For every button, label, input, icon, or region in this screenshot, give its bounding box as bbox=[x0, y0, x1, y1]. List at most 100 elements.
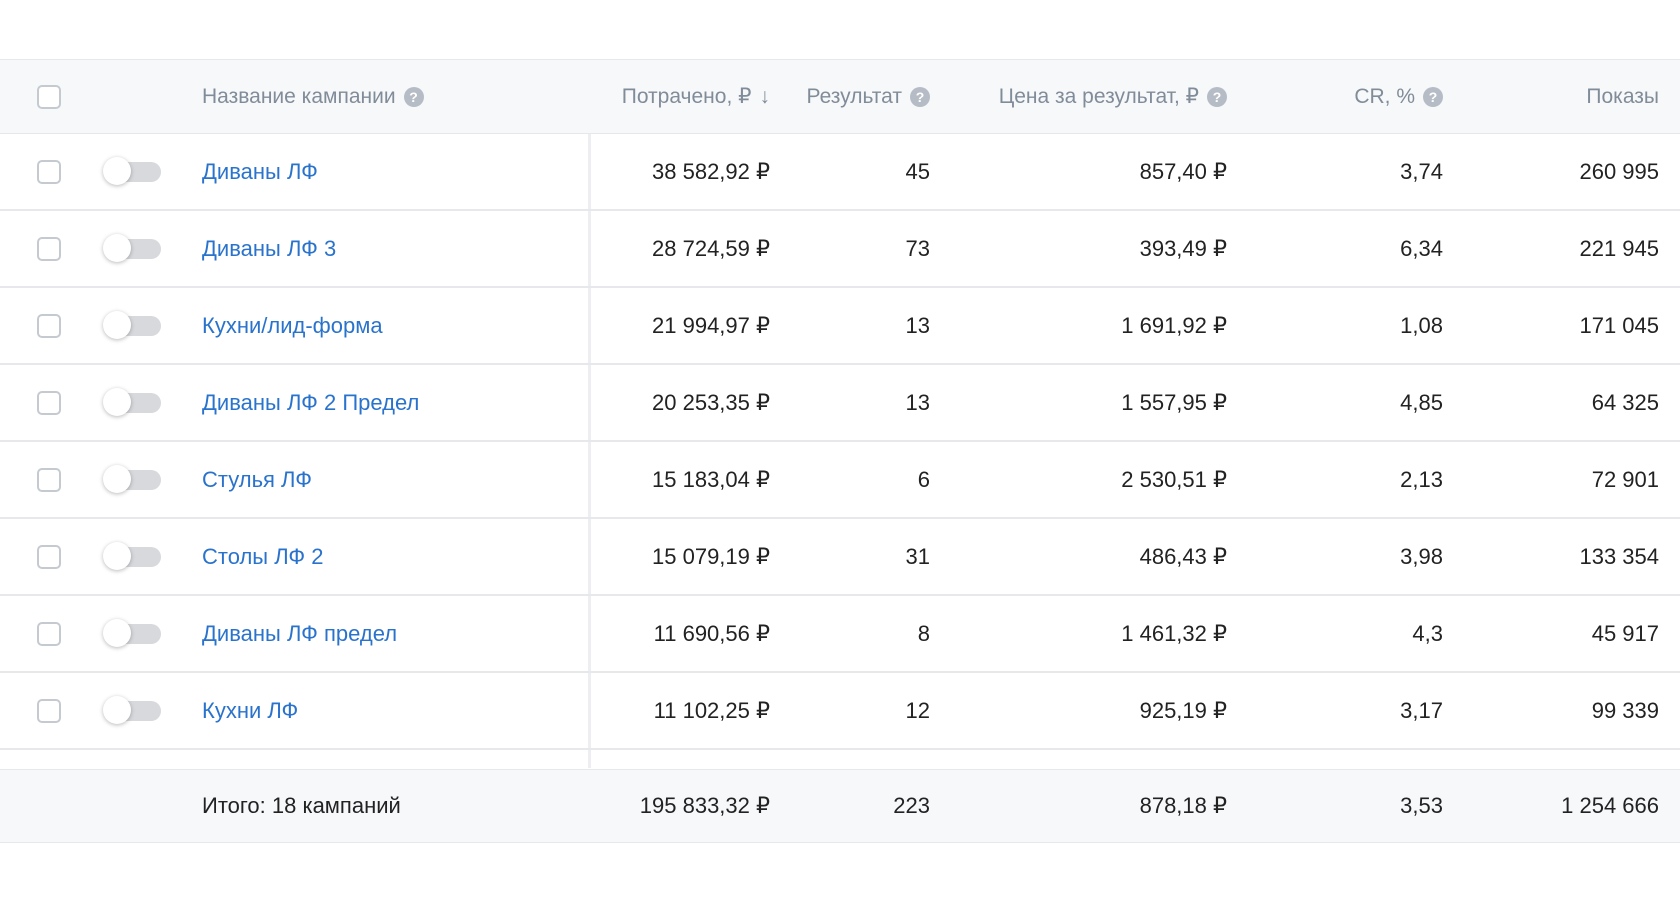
campaign-name-cell: Стулья ЛФ bbox=[202, 442, 572, 517]
row-checkbox[interactable] bbox=[37, 236, 61, 261]
campaign-name-cell: Кухни/лид-форма bbox=[202, 288, 572, 363]
help-icon[interactable]: ? bbox=[1423, 86, 1443, 107]
campaign-status-toggle[interactable] bbox=[103, 618, 161, 647]
row-checkbox[interactable] bbox=[37, 621, 61, 646]
table-row: Диваны ЛФ предел 11 690,56 ₽ 8 1 461,32 … bbox=[0, 596, 1680, 673]
campaign-name-cell: Диваны ЛФ 2 Предел bbox=[202, 365, 572, 440]
result-cell: 73 bbox=[905, 235, 930, 261]
toggle-knob bbox=[103, 156, 131, 185]
toggle-knob bbox=[103, 233, 131, 262]
toggle-knob bbox=[103, 310, 131, 339]
header-price-label: Цена за результат, ₽ bbox=[998, 85, 1199, 108]
result-cell: 13 bbox=[905, 312, 930, 338]
spent-cell: 11 102,25 ₽ bbox=[653, 697, 770, 723]
price-cell: 1 691,92 ₽ bbox=[1121, 312, 1227, 338]
row-checkbox[interactable] bbox=[37, 544, 61, 569]
cr-cell: 2,13 bbox=[1400, 466, 1443, 492]
row-checkbox-cell bbox=[37, 442, 65, 517]
row-checkbox-cell bbox=[37, 211, 65, 286]
campaign-status-toggle[interactable] bbox=[103, 695, 161, 724]
price-cell: 2 530,51 ₽ bbox=[1121, 466, 1227, 492]
select-all-checkbox[interactable] bbox=[37, 84, 61, 109]
row-checkbox[interactable] bbox=[37, 159, 61, 184]
total-cr: 3,53 bbox=[1400, 793, 1443, 818]
row-toggle-cell bbox=[103, 596, 165, 671]
row-checkbox-cell bbox=[37, 365, 65, 440]
row-toggle-cell bbox=[103, 288, 165, 363]
cr-cell: 3,17 bbox=[1400, 697, 1443, 723]
row-checkbox[interactable] bbox=[37, 467, 61, 492]
spent-cell: 28 724,59 ₽ bbox=[652, 235, 770, 261]
campaign-link[interactable]: Диваны ЛФ 3 bbox=[202, 236, 336, 262]
table-row: Диваны ЛФ 38 582,92 ₽ 45 857,40 ₽ 3,74 2… bbox=[0, 134, 1680, 211]
row-checkbox[interactable] bbox=[37, 313, 61, 338]
campaign-status-toggle[interactable] bbox=[103, 387, 161, 416]
campaign-status-toggle[interactable] bbox=[103, 233, 161, 262]
header-spent[interactable]: Потрачено, ₽ ↓ bbox=[592, 60, 770, 133]
campaign-status-toggle[interactable] bbox=[103, 464, 161, 493]
header-impressions[interactable]: Показы bbox=[1460, 60, 1659, 133]
total-result: 223 bbox=[893, 793, 930, 818]
campaign-name-cell: Диваны ЛФ bbox=[202, 134, 572, 209]
campaign-status-toggle[interactable] bbox=[103, 541, 161, 570]
campaign-name-cell: Кухни ЛФ bbox=[202, 673, 572, 748]
header-result-label: Результат bbox=[806, 84, 902, 108]
result-cell: 8 bbox=[917, 620, 930, 646]
spent-cell: 20 253,35 ₽ bbox=[652, 389, 770, 415]
impressions-cell: 45 917 bbox=[1591, 620, 1659, 646]
header-cr[interactable]: CR, % ? bbox=[1260, 60, 1443, 133]
sort-arrow-down-icon[interactable]: ↓ bbox=[760, 85, 771, 109]
campaign-name-cell: Диваны ЛФ предел bbox=[202, 596, 572, 671]
campaign-link[interactable]: Диваны ЛФ 2 Предел bbox=[202, 390, 419, 416]
toggle-knob bbox=[103, 541, 131, 570]
price-cell: 857,40 ₽ bbox=[1139, 158, 1227, 184]
row-checkbox[interactable] bbox=[37, 698, 61, 723]
table-row: Диваны ЛФ 2 Предел 20 253,35 ₽ 13 1 557,… bbox=[0, 365, 1680, 442]
price-cell: 486,43 ₽ bbox=[1139, 543, 1227, 569]
campaign-status-toggle[interactable] bbox=[103, 156, 161, 185]
price-cell: 1 557,95 ₽ bbox=[1121, 389, 1227, 415]
help-icon[interactable]: ? bbox=[910, 86, 930, 107]
row-toggle-cell bbox=[103, 211, 165, 286]
campaign-name-cell: Столы ЛФ 2 bbox=[202, 519, 572, 594]
help-icon[interactable]: ? bbox=[1207, 86, 1227, 107]
impressions-cell: 171 045 bbox=[1579, 312, 1659, 338]
total-impressions: 1 254 666 bbox=[1561, 793, 1659, 818]
spent-cell: 15 079,19 ₽ bbox=[652, 543, 770, 569]
spent-cell: 38 582,92 ₽ bbox=[652, 158, 770, 184]
header-campaign-name[interactable]: Название кампании ? bbox=[202, 60, 572, 133]
row-checkbox-cell bbox=[37, 288, 65, 363]
total-spent: 195 833,32 ₽ bbox=[639, 793, 770, 818]
table-row: Кухни/лид-форма 21 994,97 ₽ 13 1 691,92 … bbox=[0, 288, 1680, 365]
row-checkbox-cell bbox=[37, 519, 65, 594]
impressions-cell: 260 995 bbox=[1579, 158, 1659, 184]
campaign-link[interactable]: Столы ЛФ 2 bbox=[202, 544, 324, 570]
table-footer-totals: Итого: 18 кампаний 195 833,32 ₽ 223 878,… bbox=[0, 769, 1680, 842]
result-cell: 45 bbox=[905, 158, 930, 184]
cr-cell: 1,08 bbox=[1400, 312, 1443, 338]
campaign-link[interactable]: Диваны ЛФ bbox=[202, 159, 318, 185]
cr-cell: 3,98 bbox=[1400, 543, 1443, 569]
help-icon[interactable]: ? bbox=[403, 86, 424, 107]
table-header: Название кампании ? Потрачено, ₽ ↓ Резул… bbox=[0, 60, 1680, 134]
campaign-link[interactable]: Стулья ЛФ bbox=[202, 467, 312, 493]
header-result[interactable]: Результат ? bbox=[790, 60, 930, 133]
campaign-link[interactable]: Диваны ЛФ предел bbox=[202, 621, 397, 647]
header-campaign-name-label: Название кампании bbox=[202, 84, 396, 108]
impressions-cell: 64 325 bbox=[1591, 389, 1659, 415]
table-row: Стулья ЛФ 15 183,04 ₽ 6 2 530,51 ₽ 2,13 … bbox=[0, 442, 1680, 519]
impressions-cell: 133 354 bbox=[1579, 543, 1659, 569]
table-row: Столы ЛФ 2 15 079,19 ₽ 31 486,43 ₽ 3,98 … bbox=[0, 519, 1680, 596]
cr-cell: 6,34 bbox=[1400, 235, 1443, 261]
cr-cell: 4,85 bbox=[1400, 389, 1443, 415]
row-toggle-cell bbox=[103, 442, 165, 517]
header-price-per-result[interactable]: Цена за результат, ₽ ? bbox=[955, 60, 1227, 133]
row-checkbox[interactable] bbox=[37, 390, 61, 415]
spent-cell: 15 183,04 ₽ bbox=[652, 466, 770, 492]
row-checkbox-cell bbox=[37, 596, 65, 671]
row-checkbox-cell bbox=[37, 673, 65, 748]
campaign-link[interactable]: Кухни ЛФ bbox=[202, 698, 298, 724]
campaign-status-toggle[interactable] bbox=[103, 310, 161, 339]
result-cell: 31 bbox=[905, 543, 930, 569]
campaign-link[interactable]: Кухни/лид-форма bbox=[202, 313, 383, 339]
